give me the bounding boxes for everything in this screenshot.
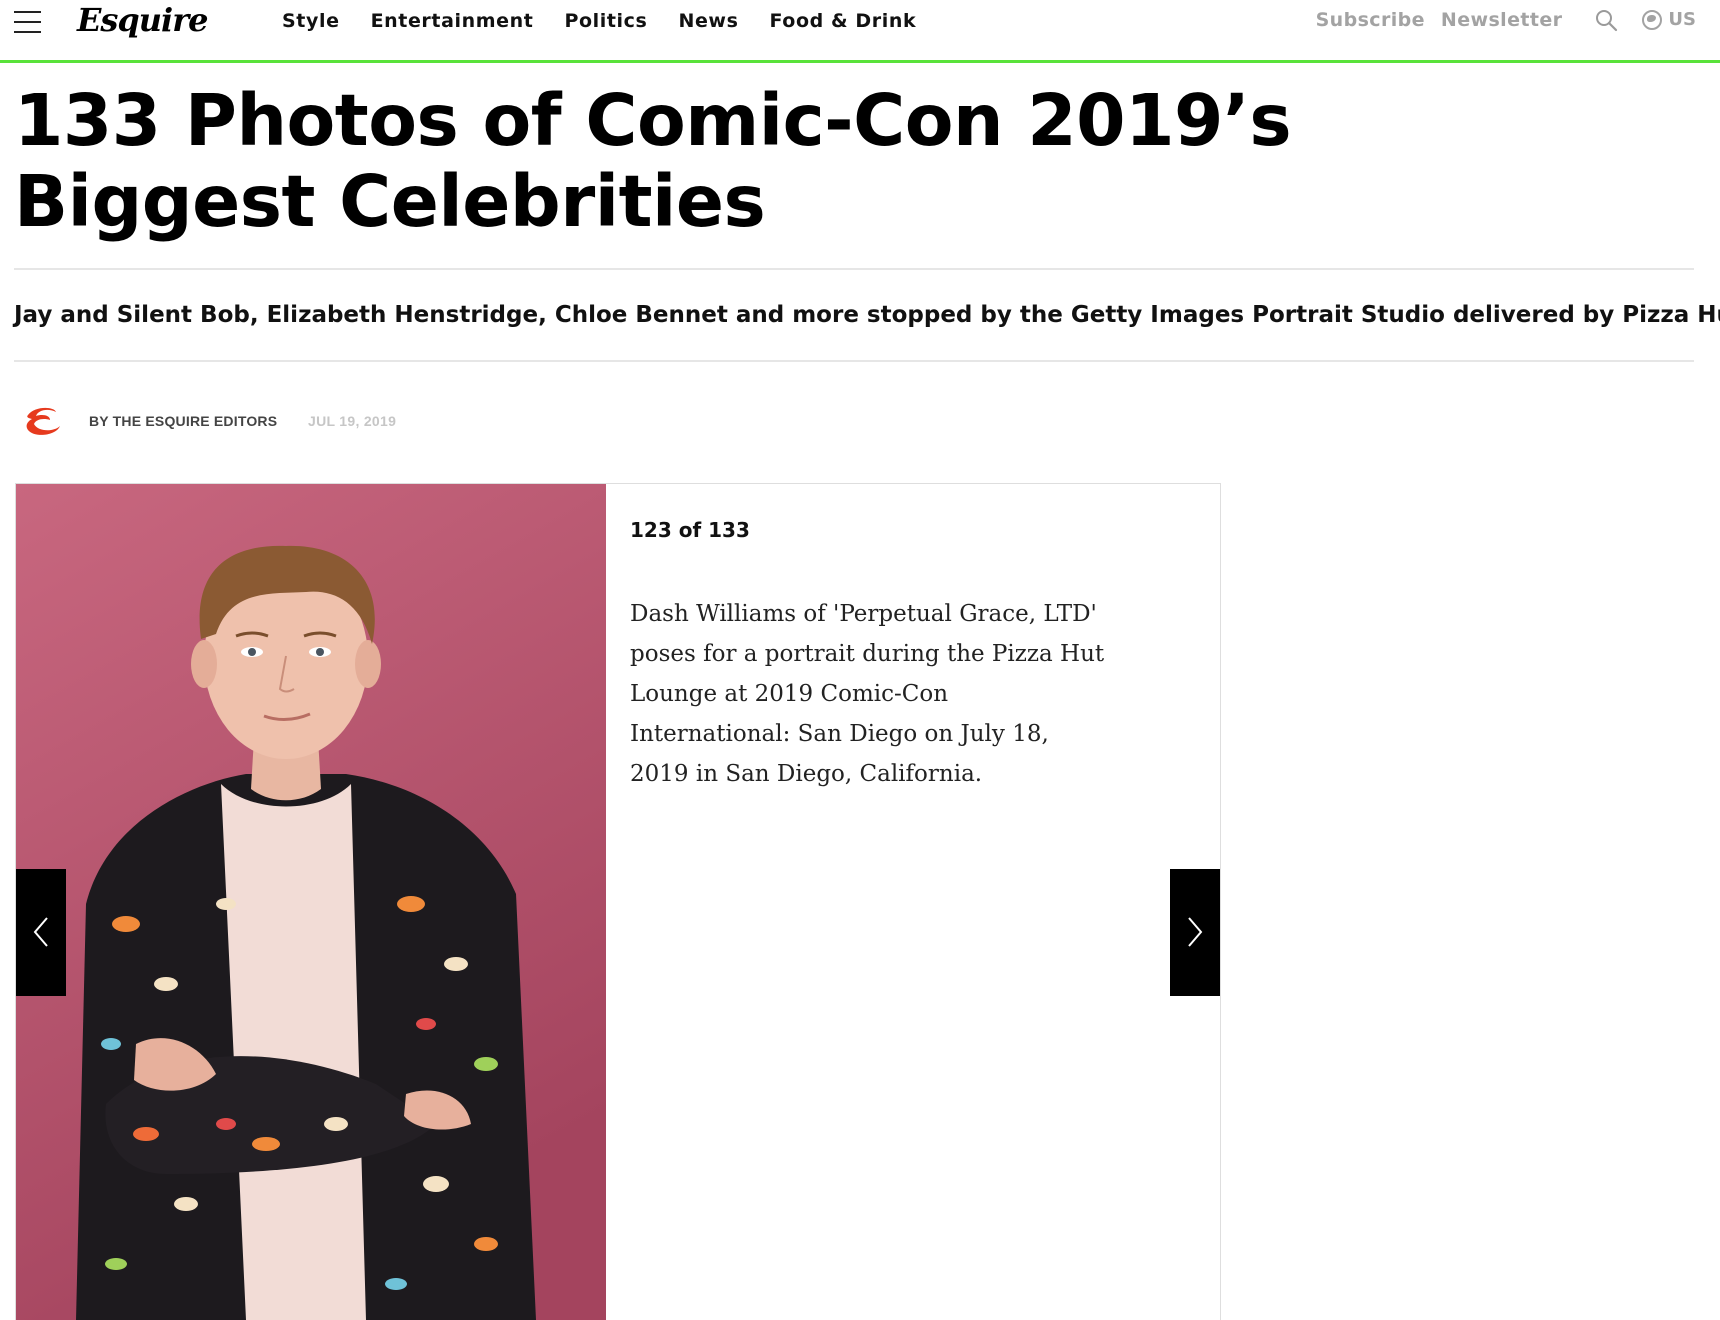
divider (14, 360, 1694, 362)
nav-item-news[interactable]: News (678, 8, 738, 34)
article-headline: 133 Photos of Comic-Con 2019’s Biggest C… (14, 79, 1292, 243)
region-selector[interactable]: US (1668, 8, 1696, 32)
globe-icon[interactable] (1642, 10, 1663, 30)
slide-caption-panel: 123 of 133 Dash Williams of 'Perpetual G… (630, 515, 1110, 794)
menu-icon[interactable] (14, 10, 41, 34)
site-logo[interactable]: Esquire (77, 0, 208, 40)
author-avatar[interactable] (20, 402, 68, 442)
main-nav: Style Entertainment Politics News Food &… (282, 8, 947, 34)
nav-item-politics[interactable]: Politics (564, 8, 647, 34)
site-header: Esquire Style Entertainment Politics New… (0, 0, 1720, 63)
byline[interactable]: BY THE ESQUIRE EDITORS (89, 413, 277, 429)
nav-item-food-drink[interactable]: Food & Drink (770, 8, 917, 34)
slide-caption: Dash Williams of 'Perpetual Grace, LTD' … (630, 601, 1105, 787)
chevron-left-icon (33, 917, 48, 947)
divider (14, 268, 1694, 270)
chevron-right-icon (1188, 917, 1203, 947)
header-utilities: Subscribe Newsletter US (1300, 8, 1696, 32)
previous-slide-button[interactable] (16, 869, 66, 996)
nav-item-entertainment[interactable]: Entertainment (371, 8, 534, 34)
article-dek: Jay and Silent Bob, Elizabeth Henstridge… (14, 302, 1720, 328)
newsletter-link[interactable]: Newsletter (1441, 8, 1562, 32)
nav-item-style[interactable]: Style (282, 8, 340, 34)
subscribe-link[interactable]: Subscribe (1316, 8, 1425, 32)
slide-counter: 123 of 133 (630, 518, 750, 542)
slide-photo[interactable] (16, 484, 606, 1320)
search-icon[interactable] (1594, 8, 1618, 32)
publish-date: JUL 19, 2019 (308, 413, 397, 429)
next-slide-button[interactable] (1170, 869, 1220, 996)
